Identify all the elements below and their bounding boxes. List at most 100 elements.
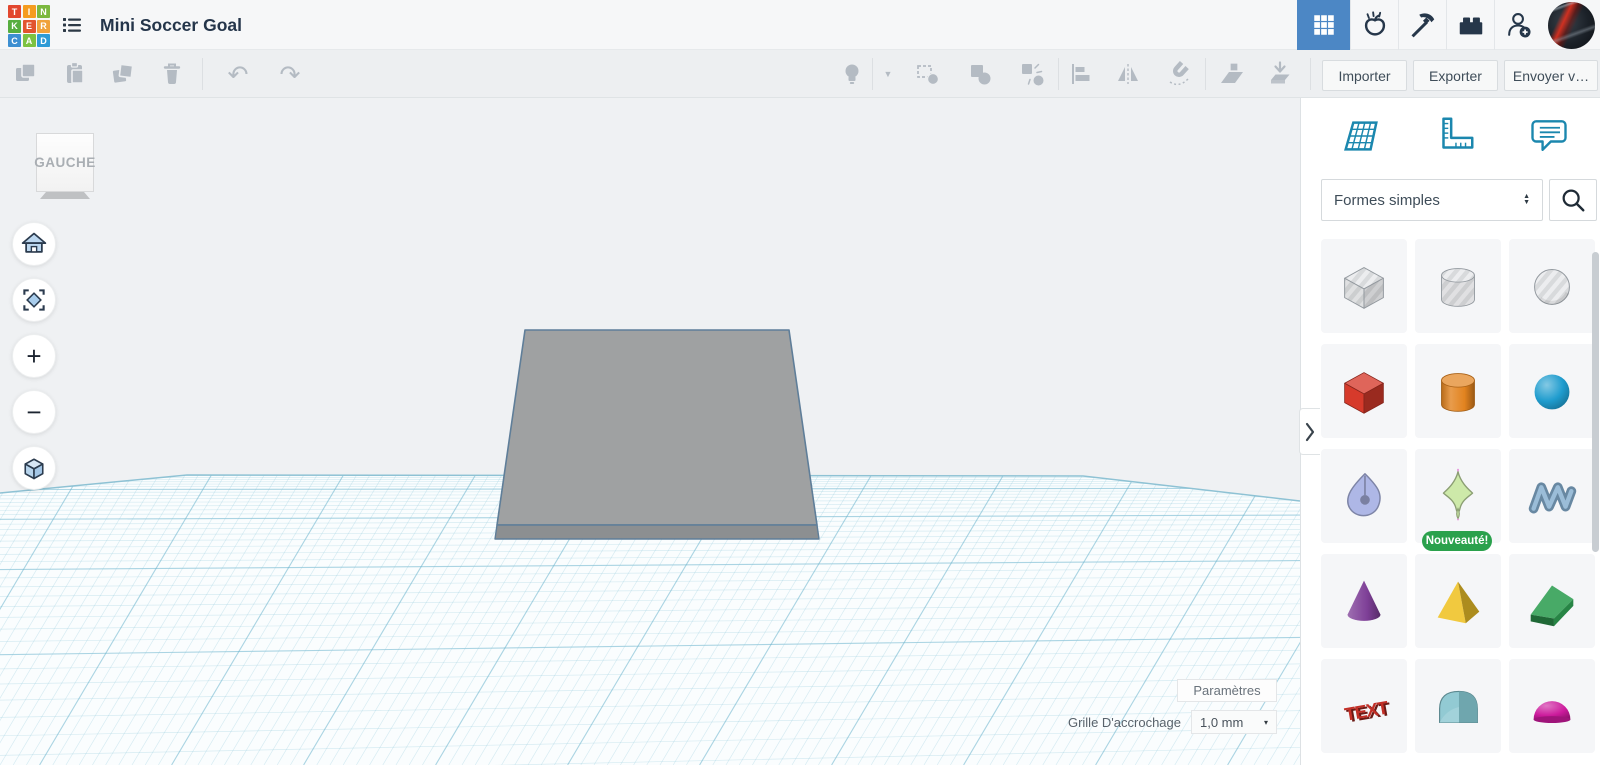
- blocks-export-button[interactable]: [1398, 0, 1446, 50]
- zoom-in-button[interactable]: +: [12, 334, 56, 378]
- delete-button[interactable]: [152, 54, 192, 94]
- viewport-3d[interactable]: GAUCHE + − Paramètres Grille D'accrochag…: [0, 98, 1300, 765]
- settings-button[interactable]: Paramètres: [1177, 679, 1277, 702]
- copy-button[interactable]: [6, 54, 46, 94]
- shape-icon-boite-percage: [1344, 267, 1384, 309]
- import-label: Importer: [1338, 67, 1391, 84]
- toolbar-divider: [202, 58, 203, 90]
- sim-lab-button[interactable]: [1350, 0, 1398, 50]
- shape-tile-pyramide[interactable]: [1415, 554, 1501, 648]
- shape-tile-cylindre-percage[interactable]: [1415, 239, 1501, 333]
- shape-tile-forme-libre[interactable]: [1321, 449, 1407, 543]
- tinkercad-app: GAUCHE + − Paramètres Grille D'accrochag…: [0, 0, 1600, 765]
- ruler-icon: [1442, 117, 1474, 149]
- tinkercad-logo[interactable]: TIN KER CAD: [8, 5, 50, 47]
- page-title: Mini Soccer Goal: [100, 15, 242, 35]
- ungroup-button[interactable]: [1012, 54, 1052, 94]
- shape-category-select[interactable]: Formes simples ▲ ▼: [1321, 179, 1543, 221]
- shape-tile-sphere[interactable]: [1509, 344, 1595, 438]
- group-icon: [971, 65, 991, 85]
- scene-object-plate[interactable]: [494, 329, 820, 540]
- avatar: [1547, 1, 1595, 49]
- settings-label: Paramètres: [1193, 683, 1261, 698]
- edit-selection-button[interactable]: [908, 54, 948, 94]
- shape-tile-demi-sphere[interactable]: [1509, 659, 1595, 753]
- chevron-down-icon: ▼: [883, 69, 893, 79]
- redo-button[interactable]: ↷: [270, 54, 310, 94]
- logo-tile-K: K: [8, 19, 21, 33]
- panel-scrollbar[interactable]: [1592, 232, 1599, 765]
- fit-view-button[interactable]: [12, 278, 56, 322]
- group-button[interactable]: [960, 54, 1000, 94]
- chevron-right-icon: [1305, 422, 1315, 441]
- import-button[interactable]: Importer: [1322, 60, 1407, 91]
- workplane-viewport: [0, 98, 1300, 765]
- export-label: Exporter: [1429, 67, 1482, 84]
- zoom-out-button[interactable]: −: [12, 390, 56, 434]
- shape-icon-demi-sphere: [1533, 701, 1571, 723]
- shape-tile-sphere-percage[interactable]: [1509, 239, 1595, 333]
- toggle-workplane-button[interactable]: [1318, 104, 1404, 168]
- panel-collapse-button[interactable]: [1299, 408, 1320, 455]
- list-menu-icon: [63, 18, 81, 32]
- shape-tile-boite-percage[interactable]: [1321, 239, 1407, 333]
- shape-icon-texte: TEXT TEXT: [1343, 696, 1393, 726]
- notes-button[interactable]: [1506, 104, 1592, 168]
- ruler-tool-button[interactable]: [1260, 54, 1300, 94]
- perspective-toggle-button[interactable]: [12, 446, 56, 490]
- snap-button[interactable]: [1159, 54, 1199, 94]
- person-add-icon: [1507, 13, 1531, 38]
- toolbar-divider: [1058, 58, 1059, 90]
- shape-icon-forme-libre: [1347, 472, 1381, 517]
- mirror-icon: [1118, 64, 1138, 84]
- minus-icon: −: [26, 397, 42, 427]
- workplane-grid: [0, 98, 1300, 765]
- design-menu-button[interactable]: [58, 12, 86, 38]
- magnet-icon: [1169, 61, 1189, 86]
- account-menu-button[interactable]: [1542, 0, 1600, 50]
- shape-tile-toupie[interactable]: [1415, 449, 1501, 543]
- export-button[interactable]: Exporter: [1413, 60, 1498, 91]
- view-cube-label: GAUCHE: [34, 155, 96, 170]
- workplane-grid-icon: [1344, 121, 1378, 151]
- search-shapes-button[interactable]: [1549, 179, 1597, 221]
- duplicate-button[interactable]: [103, 54, 143, 94]
- view-cube[interactable]: GAUCHE: [34, 133, 96, 192]
- shape-tile-cylindre[interactable]: [1415, 344, 1501, 438]
- mirror-button[interactable]: [1108, 54, 1148, 94]
- logo-tile-N: N: [37, 5, 50, 18]
- shapes-panel: Formes simples ▲ ▼ TEXT TEXT Nouveauté!: [1300, 98, 1600, 765]
- scrollbar-thumb[interactable]: [1592, 252, 1599, 552]
- undo-icon: ↶: [227, 59, 249, 89]
- shape-tile-toit[interactable]: [1509, 554, 1595, 648]
- fit-view-icon: [23, 289, 45, 311]
- toggle-ruler-button[interactable]: [1412, 104, 1498, 168]
- chevron-down-icon: ▾: [1263, 717, 1268, 727]
- align-button[interactable]: [1062, 54, 1102, 94]
- snap-grid-select[interactable]: 1,0 mm ▾: [1191, 710, 1277, 734]
- show-hide-dropdown[interactable]: ▼: [874, 54, 902, 94]
- bricks-export-button[interactable]: [1446, 0, 1494, 50]
- shape-icon-boite: [1344, 372, 1384, 414]
- copy-icon: [16, 63, 36, 81]
- shape-tile-texte[interactable]: TEXT TEXT: [1321, 659, 1407, 753]
- invite-collaborator-button[interactable]: [1494, 0, 1542, 50]
- paste-icon: [67, 61, 84, 84]
- paste-button[interactable]: [55, 54, 95, 94]
- mode-3d-button[interactable]: [1297, 0, 1350, 50]
- shape-tile-boite[interactable]: [1321, 344, 1407, 438]
- show-hide-button[interactable]: [832, 54, 872, 94]
- shape-tile-toit-arrondi[interactable]: [1415, 659, 1501, 753]
- shape-tile-griffonnage[interactable]: [1509, 449, 1595, 543]
- undo-button[interactable]: ↶: [218, 54, 258, 94]
- brick-icon: [1459, 17, 1482, 35]
- shape-tile-cone[interactable]: [1321, 554, 1407, 648]
- send-to-button[interactable]: Envoyer v…: [1504, 60, 1598, 91]
- workplane-tool-button[interactable]: [1212, 54, 1252, 94]
- logo-tile-R: R: [37, 19, 50, 33]
- svg-text:TEXT: TEXT: [1343, 696, 1391, 724]
- toolbar-divider: [1205, 58, 1206, 90]
- toolbar-divider: [1310, 58, 1311, 90]
- home-view-button[interactable]: [12, 222, 56, 266]
- shape-icon-cone: [1347, 580, 1381, 621]
